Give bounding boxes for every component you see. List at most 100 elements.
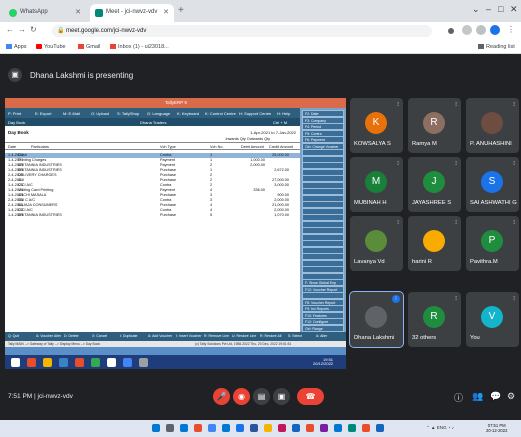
tally-bottom-button[interactable]: A: Alter [316,334,327,338]
close-icon[interactable]: ✕ [75,8,81,16]
app-icon[interactable] [306,424,314,432]
app-icon[interactable] [362,424,370,432]
participant-tile[interactable]: ⁝ S SAI ASHWATHI G [466,157,519,212]
more-options-icon[interactable]: ⁝ [513,160,515,167]
tab-meet[interactable]: Meet - jci-nwvz-vdv ✕ [90,4,174,22]
reload-icon[interactable]: ↻ [30,25,37,34]
task-view-icon[interactable] [180,424,188,432]
camera-off-button[interactable]: ◉ [233,388,250,405]
participant-tile[interactable]: ⁝ J JAYASHREE S [408,157,461,212]
tally-side-button[interactable]: Ctrl: Range [302,324,344,332]
tab-whatsapp[interactable]: WhatsApp ✕ [4,4,86,22]
participant-tile[interactable]: ⁝ Lavanya Vd [350,216,403,271]
more-options-icon[interactable]: ⁝ [397,219,399,226]
more-options-icon[interactable]: ⁝ [513,219,515,226]
reading-list[interactable]: Reading list [478,44,515,50]
leave-call-button[interactable]: ☎ [297,388,324,405]
more-options-icon[interactable]: ⁝ [455,101,457,108]
new-tab-button[interactable]: + [178,5,184,16]
participant-tile[interactable]: ⁝ R Ramya M [408,98,461,153]
tally-menu-item[interactable]: E: Export [35,111,51,116]
forward-icon[interactable]: → [18,25,26,34]
tally-bottom-button[interactable]: R: Remove Line [204,334,229,338]
more-options-icon[interactable]: ⁝ [513,295,515,302]
chevron-down-icon[interactable]: ⌄ [472,4,480,15]
tally-bottom-button[interactable]: S: Select [288,334,302,338]
tally-menu-item[interactable]: M: E-Mail [63,111,80,116]
bookmark-gmail[interactable]: Gmail [78,44,100,50]
bookmark-youtube[interactable]: YouTube [36,44,66,50]
explorer-icon[interactable] [264,424,272,432]
close-window-icon[interactable]: ✕ [510,4,518,15]
profile-avatar[interactable] [490,25,500,35]
participant-tile[interactable]: ⁝ P Pavithra.M [466,216,519,271]
app-icon[interactable] [334,424,342,432]
participant-tile[interactable]: ⁝ V You [466,292,519,347]
activities-icon[interactable]: ⚙ [507,391,515,402]
close-icon[interactable]: ✕ [163,8,169,16]
tally-menu-item[interactable]: S: TallyShop [117,111,139,116]
tally-menu-item[interactable]: G: Language [147,111,170,116]
url-input[interactable]: 🔒 meet.google.com/jci-nwvz-vdv [52,25,432,37]
app-icon[interactable] [292,424,300,432]
table-row[interactable]: 1-4-2021 BRITANNIA INDUSTRIES Purchase 5 1,0… [5,213,300,218]
tally-bottom-button[interactable]: X: Cancel [92,334,107,338]
participant-tile[interactable]: ⁝ harini R [408,216,461,271]
windows-clock[interactable]: 07:51 PM 20-12-2022 [486,423,507,433]
more-options-icon[interactable]: ⁝ [455,219,457,226]
tally-bottom-button[interactable]: I: Duplicate [120,334,138,338]
tally-bottom-button[interactable]: A: Add Voucher [148,334,172,338]
app-icon[interactable] [320,424,328,432]
edge-icon[interactable] [222,424,230,432]
tally-bottom-button[interactable]: R: Restore All [260,334,281,338]
present-now-button[interactable]: ▣ [273,388,290,405]
chat-icon[interactable]: 💬 [490,391,501,402]
word-icon[interactable] [250,424,258,432]
tally-menu-item[interactable]: K: Keyboard [177,111,199,116]
search-icon[interactable] [166,424,174,432]
tally-bottom-button[interactable]: D: Delete [64,334,79,338]
tally-bottom-button[interactable]: U: Restore Line [232,334,256,338]
minimize-icon[interactable]: – [486,4,491,14]
app-icon[interactable] [278,424,286,432]
more-options-icon[interactable]: ⁝ [397,101,399,108]
camera-indicator-icon[interactable] [448,28,454,34]
system-tray[interactable]: ⌃ ▲ ENG ◔ ♪ [426,425,454,431]
participant-tile[interactable]: ⁝Dhana Lakshmi⁞ [349,291,404,348]
participant-tile[interactable]: ⁝ R 32 others [408,292,461,347]
more-options-icon[interactable]: ⁝ [455,160,457,167]
extension-icon[interactable] [476,25,486,35]
star-icon[interactable] [462,25,472,35]
participant-tile[interactable]: ⁝ M MUBINAH H [350,157,403,212]
bookmark-inbox[interactable]: Inbox (1) - ui23018... [110,44,169,50]
more-options-icon[interactable]: ⁝ [397,160,399,167]
app-icon[interactable] [194,424,202,432]
more-options-icon[interactable]: ⁝ [455,295,457,302]
people-icon[interactable]: 👥 [472,391,483,402]
tally-menu-item[interactable]: O: Upload [91,111,109,116]
bookmark-apps[interactable]: Apps [6,44,27,50]
menu-kebab-icon[interactable]: ⋮ [507,25,515,34]
back-icon[interactable]: ← [6,25,14,34]
tally-bottom-button[interactable]: Q: Quit [8,334,19,338]
tally-bottom-button[interactable]: I: Insert Voucher [176,334,202,338]
more-options-icon[interactable]: ⁝ [513,101,515,108]
info-icon[interactable]: ⓘ [454,391,463,404]
mic-off-button[interactable]: 🎤 [213,388,230,405]
store-icon[interactable] [236,424,244,432]
meeting-code: jci-nwvz-vdv [37,393,73,400]
app-icon[interactable] [348,424,356,432]
app-icon[interactable] [376,424,384,432]
tally-menu-item[interactable]: H: Support Centre [239,111,271,116]
captions-button[interactable]: ▤ [253,388,270,405]
participant-tile[interactable]: ⁝ P. ANUHASHINI [466,98,519,153]
tally-menu-item[interactable]: P: Print [8,111,21,116]
windows-start-icon [11,358,20,367]
tally-bottom-button[interactable]: A: Voucher Alter [36,334,61,338]
maximize-icon[interactable]: □ [498,4,503,14]
windows-start-icon[interactable] [152,424,160,432]
tally-menu-item[interactable]: H: Help [277,111,290,116]
chrome-icon[interactable] [208,424,216,432]
tally-menu-item[interactable]: K: Control Centre [205,111,236,116]
participant-tile[interactable]: ⁝ K KOWSALYA S [350,98,403,153]
